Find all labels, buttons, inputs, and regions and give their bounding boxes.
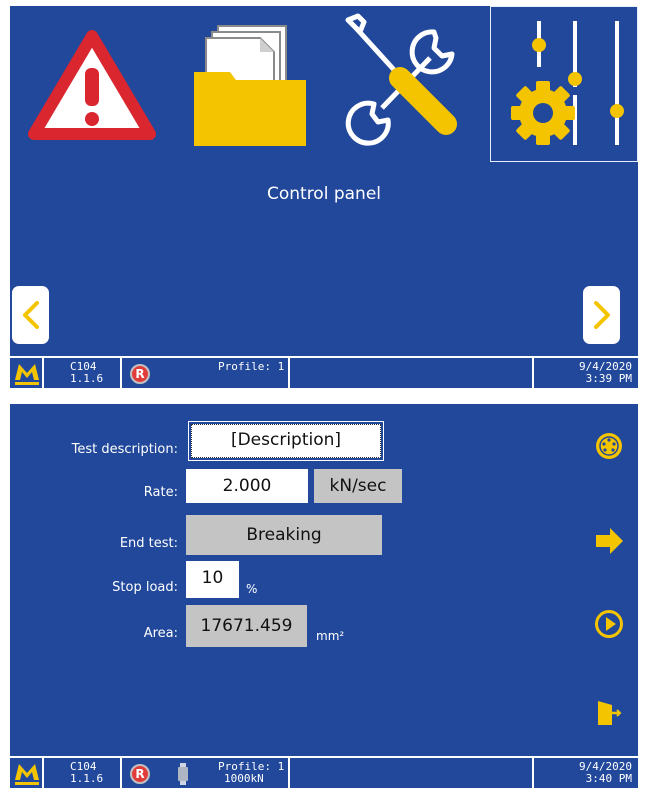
previous-button[interactable] — [12, 286, 49, 344]
status-time: 3:40 PM — [585, 772, 632, 785]
exit-door-icon[interactable] — [594, 698, 624, 728]
chevron-left-icon — [23, 301, 39, 329]
folder-documents-icon — [194, 25, 306, 146]
status-bar: C104 1.1.6 R Profile: 1 1000kN 9/4/2020 … — [10, 756, 638, 788]
end-test-selector[interactable]: Breaking — [186, 515, 382, 555]
stop-load-label: Stop load: — [112, 580, 178, 595]
status-bar: C104 1.1.6 R Profile: 1 9/4/2020 3:39 PM — [10, 356, 638, 388]
area-field[interactable]: 17671.459 — [186, 605, 307, 647]
menu-caption: Control panel — [266, 184, 382, 204]
rate-input[interactable]: 2.000 — [186, 469, 308, 503]
rate-label: Rate: — [143, 485, 178, 500]
remote-badge[interactable]: R — [130, 364, 150, 384]
warning-triangle-icon — [28, 30, 156, 140]
area-label: Area: — [143, 626, 178, 641]
status-time: 3:39 PM — [585, 372, 632, 385]
area-unit: mm² — [316, 629, 345, 643]
next-button[interactable] — [583, 286, 620, 344]
load-cell-icon — [178, 763, 188, 785]
chevron-right-icon — [594, 301, 610, 329]
settings-sliders-gear-icon — [511, 21, 624, 145]
main-menu-screen: Control panel C104 1.1.6 R Profile: 1 9/… — [10, 6, 638, 388]
test-description-field[interactable]: [Description] — [188, 421, 384, 461]
firmware-version: 1.1.6 — [70, 772, 104, 785]
tools-tile[interactable] — [334, 6, 482, 162]
connector-port-icon[interactable] — [594, 431, 624, 461]
profile-label: Profile: 1 — [218, 360, 285, 373]
end-test-label: End test: — [119, 536, 178, 551]
test-settings-screen: Test description: [Description] Rate: 2.… — [10, 404, 638, 788]
rate-unit-selector[interactable]: kN/sec — [314, 469, 402, 503]
alarms-tile[interactable] — [18, 6, 166, 162]
arrow-right-icon[interactable] — [594, 526, 624, 556]
remote-badge[interactable]: R — [130, 764, 150, 784]
tools-icon — [345, 13, 457, 146]
stop-load-input[interactable]: 10 — [186, 561, 239, 598]
play-circle-icon[interactable] — [594, 609, 624, 639]
controls-logo-icon — [15, 764, 39, 785]
controls-logo-icon — [15, 364, 39, 385]
stop-load-unit: % — [246, 582, 258, 596]
firmware-version: 1.1.6 — [70, 372, 104, 385]
load-capacity: 1000kN — [224, 772, 264, 785]
test-description-label: Test description: — [71, 442, 178, 457]
files-tile[interactable] — [178, 6, 326, 162]
settings-tile[interactable] — [490, 6, 638, 162]
